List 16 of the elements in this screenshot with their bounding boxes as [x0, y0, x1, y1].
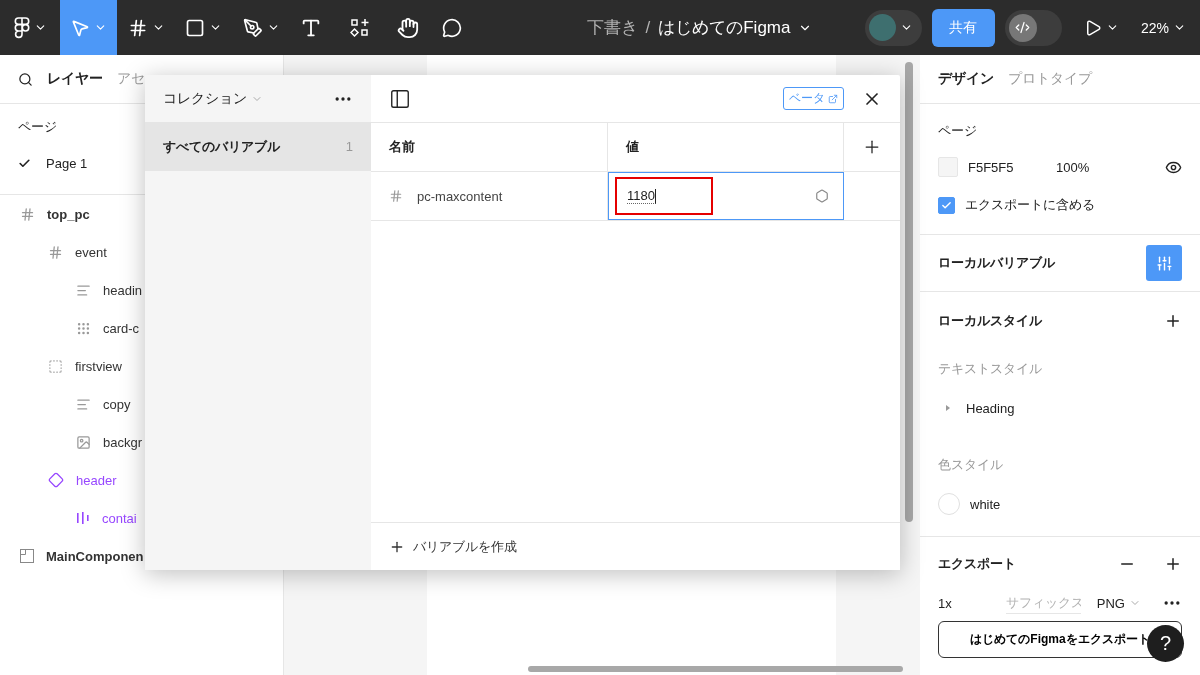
section-title: ローカルスタイル	[938, 312, 1042, 330]
checkbox-label: エクスポートに含める	[965, 196, 1095, 214]
pages-title: ページ	[17, 118, 58, 136]
column-header: 値	[608, 123, 844, 171]
section-title: ローカルバリアブル	[938, 254, 1055, 272]
path-separator: /	[645, 17, 651, 38]
section-title: ページ	[937, 122, 978, 140]
variable-value: 1180	[627, 188, 656, 204]
color-hex: F5F5F5	[968, 159, 1015, 175]
variable-count: 1	[345, 139, 353, 154]
opacity-value: 100%	[1056, 159, 1090, 175]
section-title: エクスポート	[938, 555, 1016, 573]
collection-name: すべてのバリアブル	[163, 137, 280, 156]
column-header: 名前	[371, 123, 608, 171]
subsection-title: テキストスタイル	[938, 360, 1042, 378]
subsection-title: 色スタイル	[938, 456, 1003, 474]
